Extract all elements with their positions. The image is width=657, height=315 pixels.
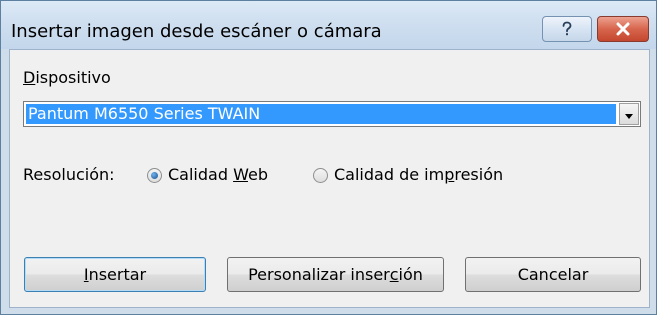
radio-checked-icon[interactable] [147,167,162,183]
device-label: Dispositivo [23,68,111,87]
help-icon [543,17,591,41]
chevron-down-icon [624,105,634,124]
insert-button[interactable]: Insertar [24,257,206,292]
close-button[interactable] [597,16,649,42]
dialog-window: Insertar imagen desde escáner o cámara D… [0,0,657,315]
radio-print-quality-label: Calidad de impresión [334,165,504,184]
radio-print-quality[interactable]: Calidad de impresión [313,165,503,185]
resolution-label: Resolución: [23,165,115,184]
radio-web-quality[interactable]: Calidad Web [147,165,268,185]
device-combobox[interactable]: Pantum M6550 Series TWAIN [23,101,641,127]
radio-web-quality-label: Calidad Web [168,165,268,184]
device-selected-value[interactable]: Pantum M6550 Series TWAIN [26,104,616,124]
custom-insert-button[interactable]: Personalizar inser c ión [227,257,444,292]
dialog-body: Dispositivo Pantum M6550 Series TWAIN Re… [9,49,650,308]
window-title: Insertar imagen desde escáner o cámara [11,21,382,42]
cancel-button[interactable]: Cancelar [465,257,641,292]
combobox-dropdown-button[interactable] [619,103,639,125]
help-button[interactable] [542,16,592,42]
close-icon [598,17,648,41]
title-bar[interactable]: Insertar imagen desde escáner o cámara [1,1,656,49]
radio-unchecked-icon[interactable] [313,167,328,183]
